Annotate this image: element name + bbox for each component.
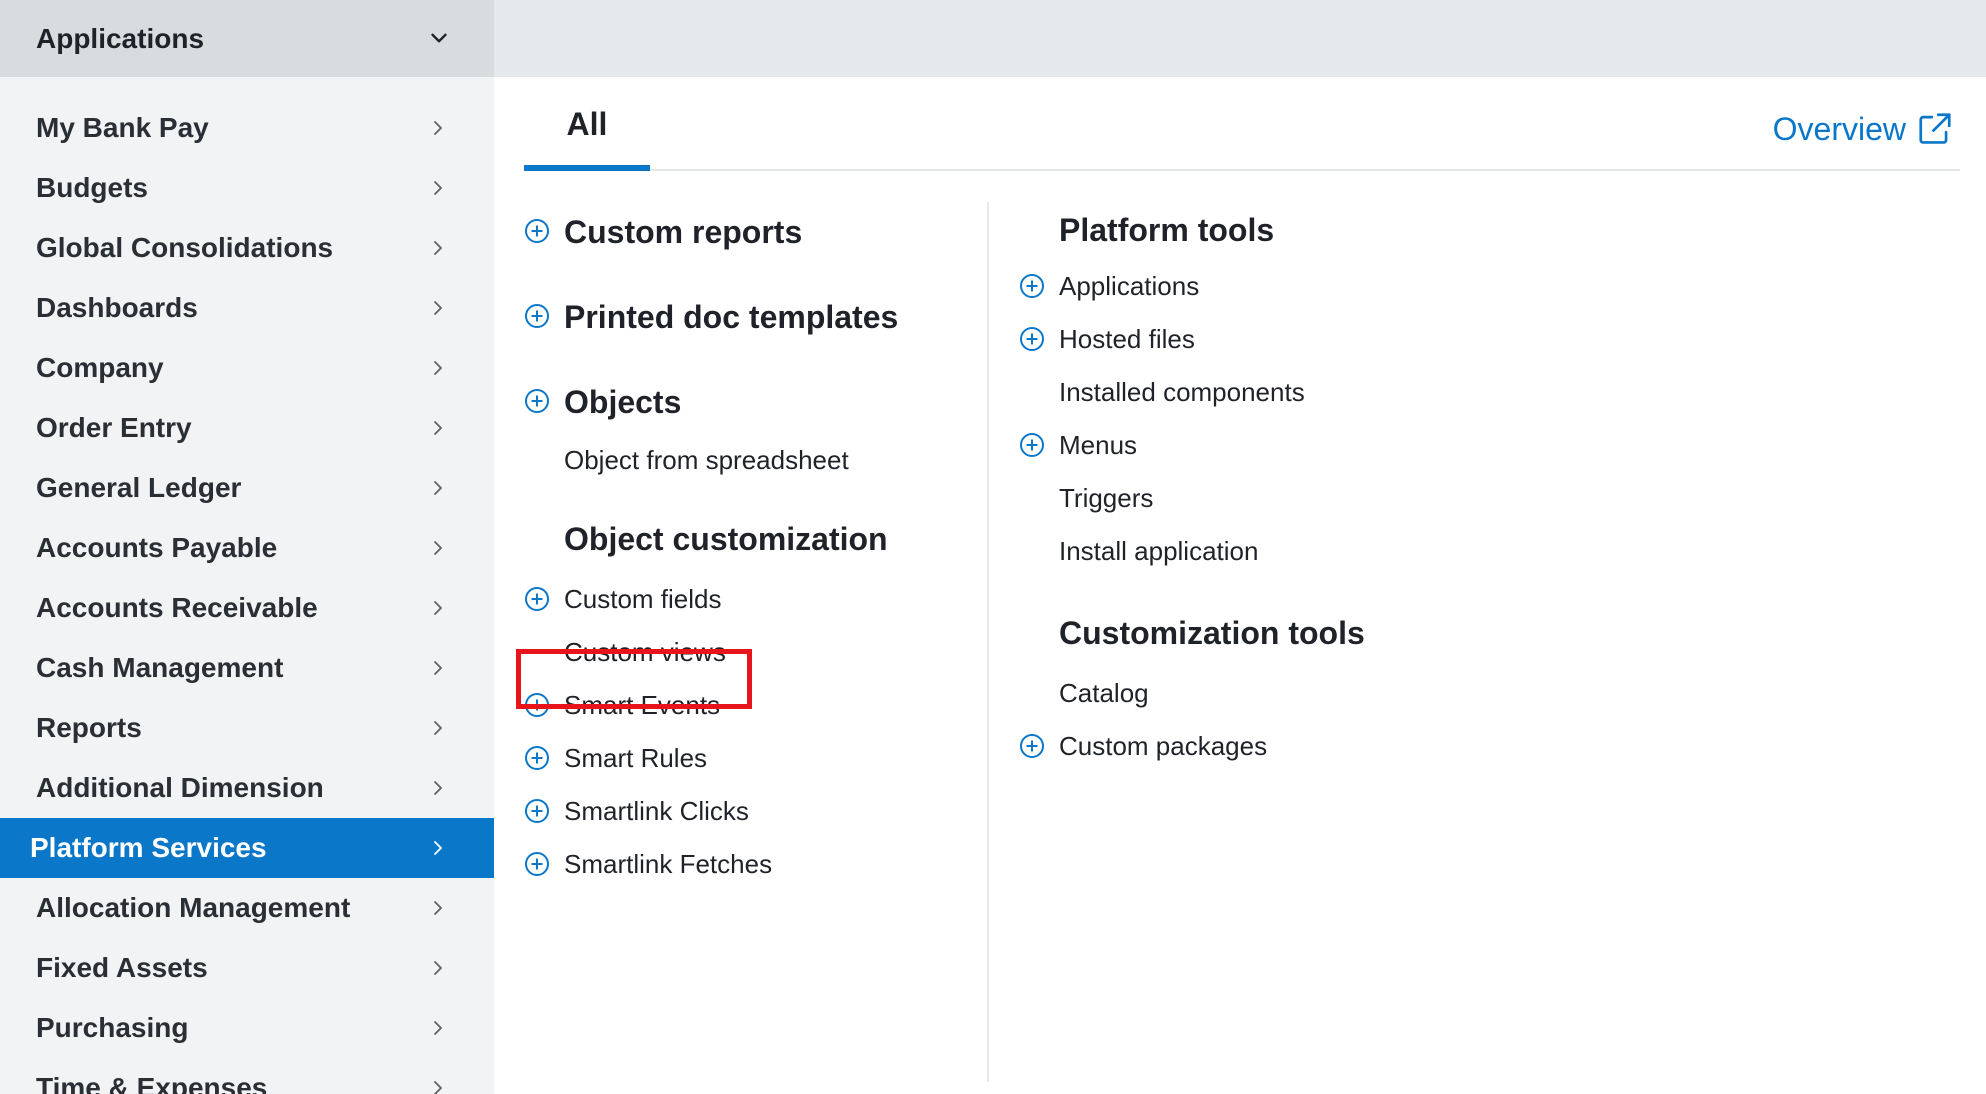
printed-doc-templates-link[interactable]: Printed doc templates <box>564 297 898 337</box>
chevron-down-icon <box>431 33 447 43</box>
sidebar-item-label: Cash Management <box>36 652 284 683</box>
chevron-right-icon <box>434 961 442 975</box>
plus-circle-icon[interactable] <box>524 388 550 414</box>
tab-all[interactable]: All <box>524 77 650 171</box>
overview-link[interactable]: Overview <box>1773 110 1954 148</box>
sidebar-item-fixed-assets[interactable]: Fixed Assets <box>0 938 494 998</box>
chevron-right-icon <box>434 1021 442 1035</box>
smart-rules-link[interactable]: Smart Rules <box>564 741 707 775</box>
plus-circle-icon[interactable] <box>1019 432 1045 458</box>
menus-link[interactable]: Menus <box>1059 428 1137 462</box>
sidebar-item-label: Company <box>36 352 164 383</box>
sidebar-item-label: Allocation Management <box>36 892 351 923</box>
chevron-right-icon <box>434 181 442 195</box>
sidebar-item-label: Fixed Assets <box>36 952 208 983</box>
plus-circle-icon[interactable] <box>524 586 550 612</box>
chevron-right-icon <box>434 301 442 315</box>
custom-fields-link[interactable]: Custom fields <box>564 582 722 616</box>
sidebar-item-dashboards[interactable]: Dashboards <box>0 278 494 338</box>
plus-circle-icon[interactable] <box>524 851 550 877</box>
plus-circle-icon[interactable] <box>524 218 550 244</box>
tab-bar: All Overview <box>524 77 1960 171</box>
sidebar-item-order-entry[interactable]: Order Entry <box>0 398 494 458</box>
chevron-right-icon <box>434 601 442 615</box>
sidebar-item-additional-dimension[interactable]: Additional Dimension <box>0 758 494 818</box>
chevron-right-icon <box>434 661 442 675</box>
sidebar-item-accounts-payable[interactable]: Accounts Payable <box>0 518 494 578</box>
sidebar-item-budgets[interactable]: Budgets <box>0 158 494 218</box>
sidebar-item-company[interactable]: Company <box>0 338 494 398</box>
sidebar-item-label: Platform Services <box>30 832 267 863</box>
chevron-right-icon <box>434 481 442 495</box>
sidebar-item-label: General Ledger <box>36 472 242 503</box>
applications-link[interactable]: Applications <box>1059 269 1199 303</box>
object-from-spreadsheet-link[interactable]: Object from spreadsheet <box>564 443 849 477</box>
objects-link[interactable]: Objects <box>564 382 681 422</box>
menu-content-panel: All Overview Custom reports Printed doc … <box>494 77 1986 1094</box>
sidebar-item-reports[interactable]: Reports <box>0 698 494 758</box>
sidebar-item-label: My Bank Pay <box>36 112 209 143</box>
object-customization-heading: Object customization <box>564 521 888 557</box>
plus-circle-icon[interactable] <box>524 692 550 718</box>
sidebar-item-label: Global Consolidations <box>36 232 334 263</box>
chevron-right-icon <box>434 721 442 735</box>
sidebar-item-global-consolidations[interactable]: Global Consolidations <box>0 218 494 278</box>
sidebar-item-label: Accounts Payable <box>36 532 278 563</box>
installed-components-link[interactable]: Installed components <box>1059 375 1305 409</box>
plus-circle-icon[interactable] <box>1019 733 1045 759</box>
chevron-right-icon <box>434 121 442 135</box>
chevron-right-icon <box>434 901 442 915</box>
sidebar-item-general-ledger[interactable]: General Ledger <box>0 458 494 518</box>
customization-tools-heading: Customization tools <box>1059 615 1365 651</box>
overview-label: Overview <box>1772 110 1906 147</box>
chevron-right-icon <box>434 841 442 855</box>
custom-packages-link[interactable]: Custom packages <box>1059 729 1267 763</box>
smartlink-clicks-link[interactable]: Smartlink Clicks <box>564 794 749 828</box>
install-application-link[interactable]: Install application <box>1059 534 1258 568</box>
plus-circle-icon[interactable] <box>1019 273 1045 299</box>
chevron-right-icon <box>434 241 442 255</box>
chevron-right-icon <box>434 781 442 795</box>
sidebar-item-cash-management[interactable]: Cash Management <box>0 638 494 698</box>
applications-dropdown-label: Applications <box>36 22 205 54</box>
custom-views-link[interactable]: Custom views <box>564 635 726 669</box>
sidebar-item-label: Purchasing <box>36 1012 189 1043</box>
plus-circle-icon[interactable] <box>524 303 550 329</box>
sidebar-item-label: Additional Dimension <box>36 772 324 803</box>
smart-events-link[interactable]: Smart Events <box>564 688 720 722</box>
plus-circle-icon[interactable] <box>524 798 550 824</box>
sidebar-item-label: Budgets <box>36 172 148 203</box>
plus-circle-icon[interactable] <box>524 745 550 771</box>
chevron-right-icon <box>434 1081 442 1094</box>
sidebar-item-purchasing[interactable]: Purchasing <box>0 998 494 1058</box>
sidebar-item-my-bank-pay[interactable]: My Bank Pay <box>0 98 494 158</box>
plus-circle-icon[interactable] <box>1019 326 1045 352</box>
sidebar: My Bank Pay Budgets Global Consolidation… <box>0 77 494 1094</box>
smartlink-fetches-link[interactable]: Smartlink Fetches <box>564 847 772 881</box>
column-divider <box>987 202 989 1082</box>
applications-dropdown[interactable]: Applications <box>0 0 494 77</box>
triggers-link[interactable]: Triggers <box>1059 481 1153 515</box>
hosted-files-link[interactable]: Hosted files <box>1059 322 1195 356</box>
sidebar-item-allocation-management[interactable]: Allocation Management <box>0 878 494 938</box>
custom-reports-link[interactable]: Custom reports <box>564 212 802 252</box>
sidebar-item-label: Reports <box>36 712 142 743</box>
sidebar-item-label: Time & Expenses <box>36 1072 268 1094</box>
sidebar-item-label: Dashboards <box>36 292 198 323</box>
external-link-icon <box>1919 113 1951 144</box>
platform-tools-heading: Platform tools <box>1059 212 1275 248</box>
sidebar-item-time-expenses[interactable]: Time & Expenses <box>0 1058 494 1094</box>
chevron-right-icon <box>434 421 442 435</box>
sidebar-item-label: Order Entry <box>36 412 192 443</box>
catalog-link[interactable]: Catalog <box>1059 676 1149 710</box>
chevron-right-icon <box>434 361 442 375</box>
sidebar-item-accounts-receivable[interactable]: Accounts Receivable <box>0 578 494 638</box>
chevron-right-icon <box>434 541 442 555</box>
sidebar-item-label: Accounts Receivable <box>36 592 318 623</box>
sidebar-item-platform-services[interactable]: Platform Services <box>0 818 494 878</box>
